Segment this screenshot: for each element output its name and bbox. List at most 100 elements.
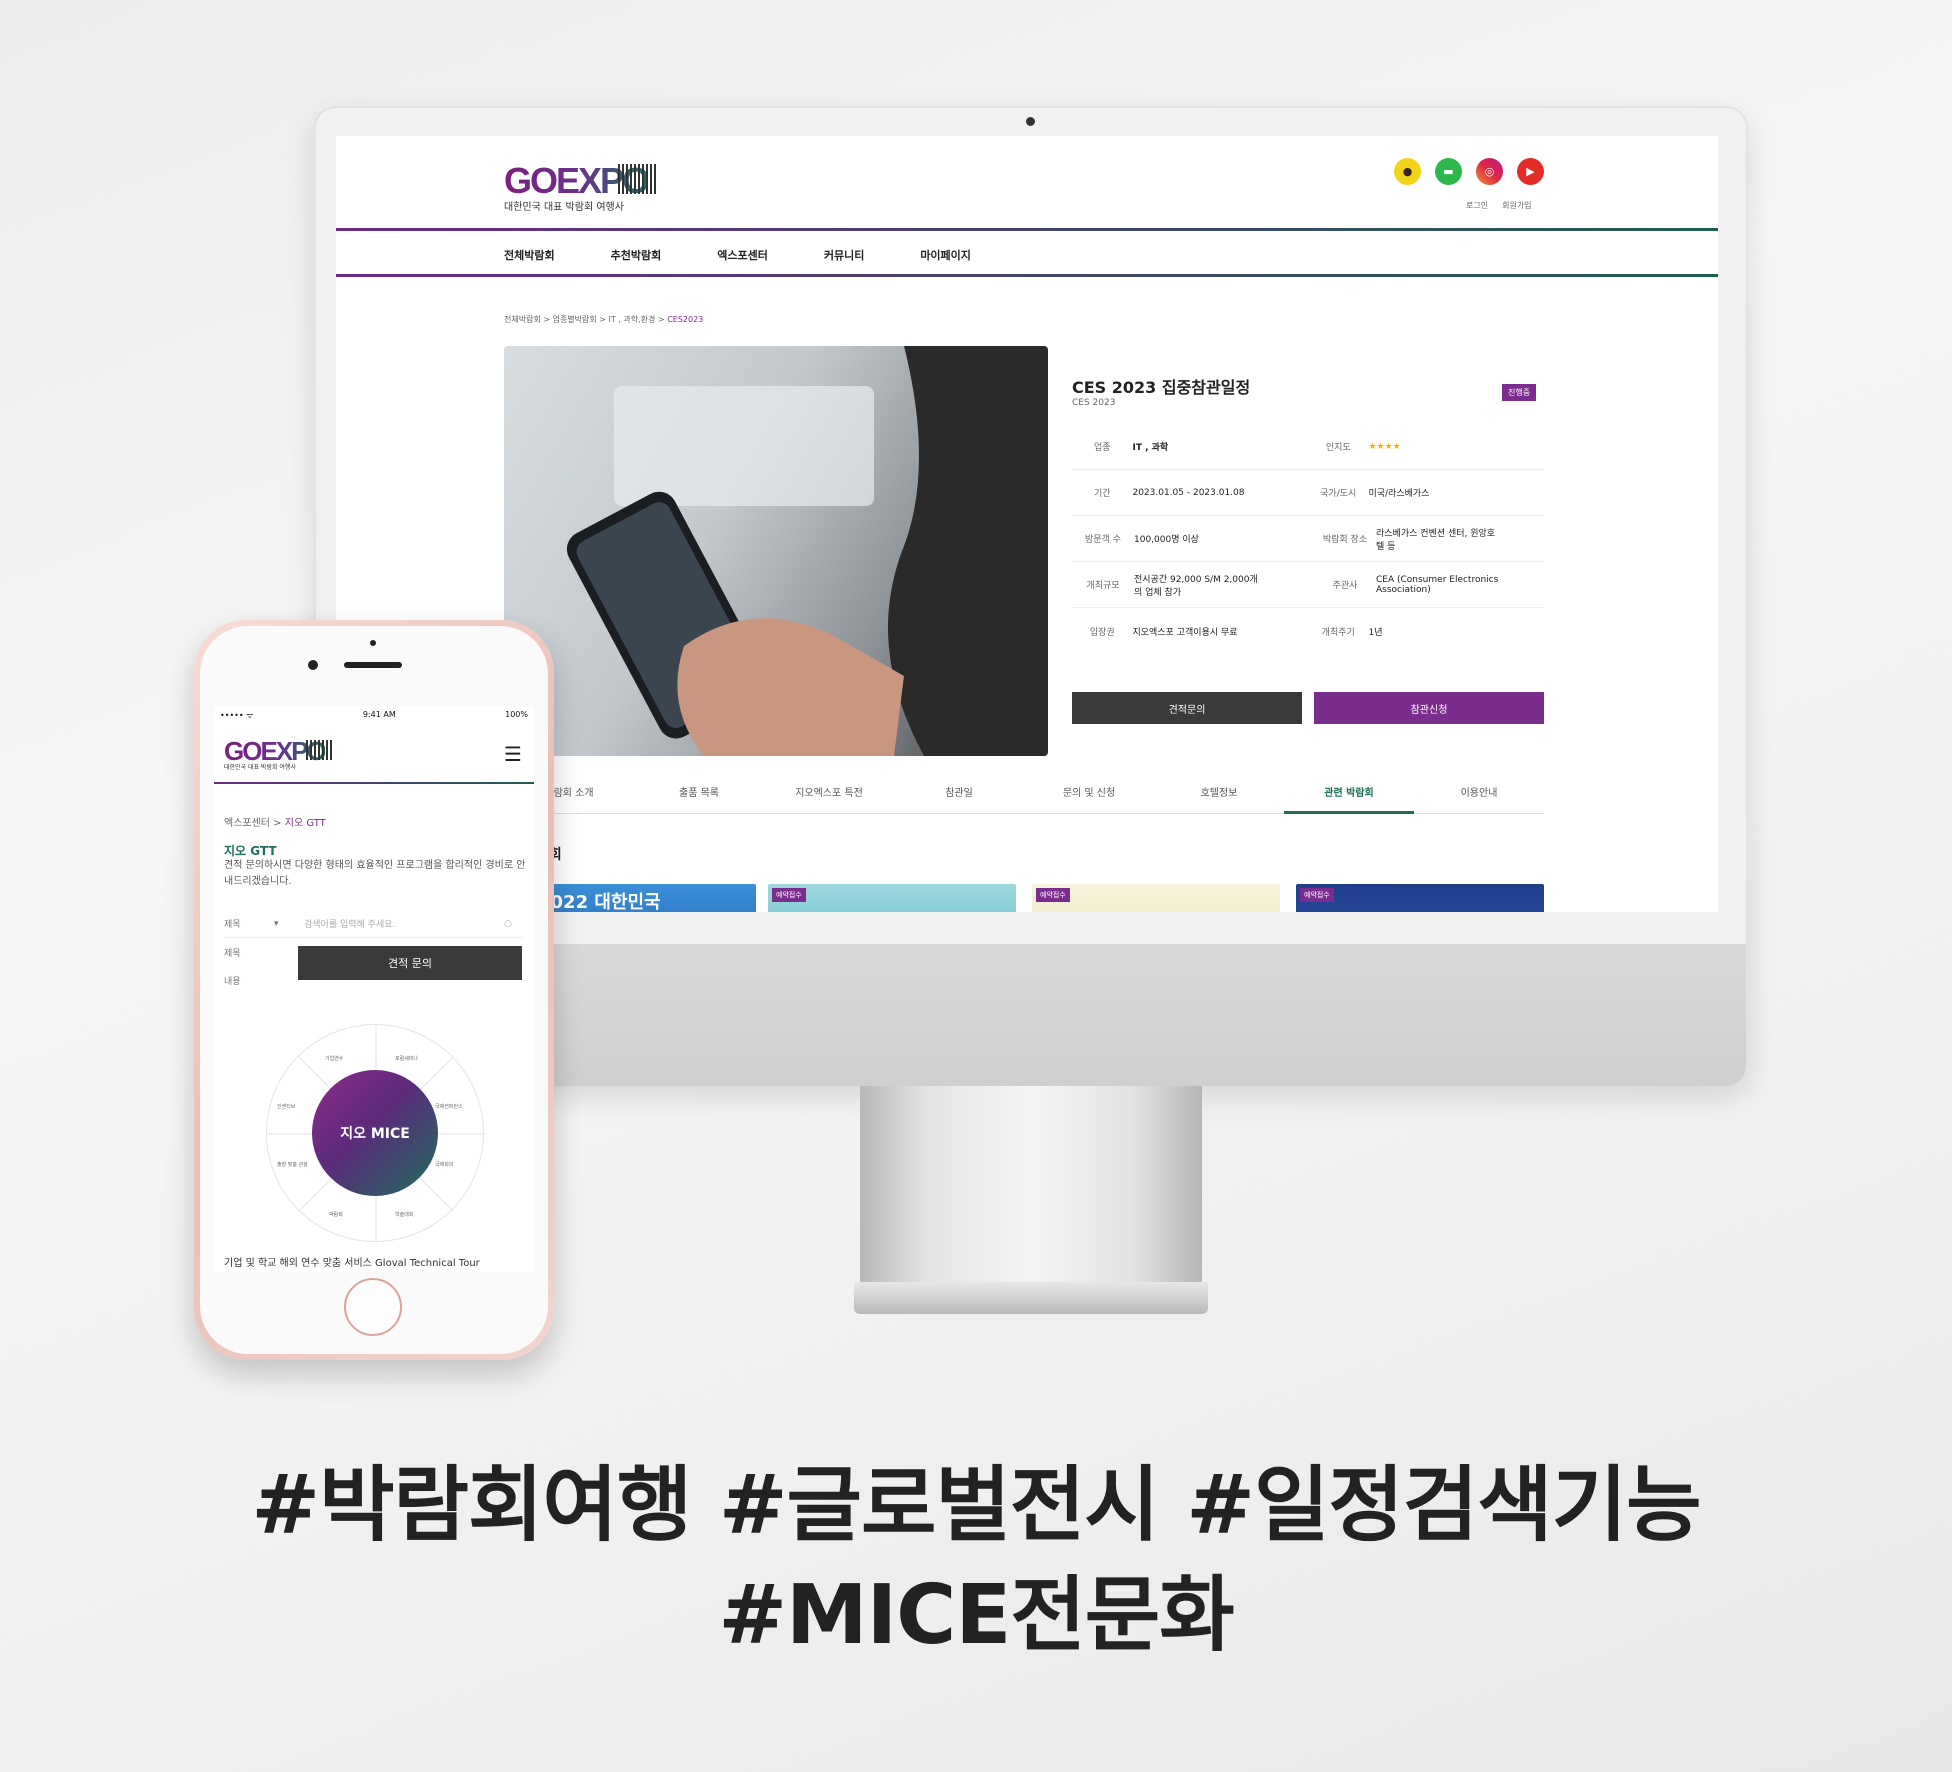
chevron-down-icon[interactable]: ▾ [274,919,304,929]
battery-indicator: 100% [505,710,528,719]
mobile-page-title: 지오 GTT [224,844,277,858]
info-value: 라스베가스 컨벤션 센터, 윈앙호텔 등 [1376,528,1496,552]
status-badge: 진행중 [1502,384,1537,401]
tab-inquiry[interactable]: 문의 및 신청 [1024,784,1154,814]
info-label: 입장권 [1089,627,1115,638]
wheel-label[interactable]: 학술대회 [395,1211,413,1218]
nav-item-community[interactable]: 커뮤니티 [824,247,864,263]
signup-link[interactable]: 회원가입 [1502,200,1531,211]
nav-divider [336,228,1718,231]
breadcrumb-current: CES2023 [667,315,704,324]
expo-info-table: 업종 IT , 과학 인지도 ★★★★ 기간 2023.01.05 - 2023… [1072,424,1544,654]
info-label: 방문객 수 [1085,535,1121,545]
main-nav: 전체박람회 추천박람회 엑스포센터 커뮤니티 마이페이지 [504,232,971,278]
info-value: 100,000명 이상 [1134,535,1199,545]
phone-hand-photo [566,346,1048,756]
info-label: 박람회 장소 [1322,535,1368,545]
logo-tagline: 대한민국 대표 박람회 여행사 [504,202,624,213]
info-label: 개최규모 [1086,581,1120,591]
social-icons: ● ▬ ◎ ▶ [1394,158,1544,185]
wheel-label[interactable]: 기업연수 [325,1055,343,1062]
hero-image [504,346,1048,756]
wheel-center[interactable]: 지오 MICE [312,1070,438,1196]
info-row: 업종 IT , 과학 인지도 ★★★★ [1072,424,1544,470]
info-label: 국가/도시 [1320,489,1357,499]
search-input[interactable]: 검색어를 입력해 주세요. [304,917,504,930]
breadcrumb-path[interactable]: 전체박람회 > 업종별박람회 > IT , 과학,환경 > [504,315,667,324]
info-value: 미국/라스베가스 [1368,489,1430,499]
wheel-label[interactable]: 국제컨퍼런스 [435,1103,463,1110]
phone-home-button[interactable] [344,1278,402,1336]
phone-sensor [370,640,376,646]
info-label: 주관사 [1332,581,1358,591]
form-label: 제목 [224,948,241,959]
instagram-icon[interactable]: ◎ [1476,158,1503,185]
nav-divider [336,274,1718,277]
info-row: 방문객 수 100,000명 이상 박람회 장소 라스베가스 컨벤션 센터, 윈… [1072,516,1544,562]
mobile-header-divider [214,782,534,784]
info-value: 1년 [1368,627,1383,638]
naver-talk-icon[interactable]: ▬ [1435,158,1462,185]
wheel-label[interactable]: 인센티브 [277,1103,295,1110]
kakaotalk-icon[interactable]: ● [1394,158,1421,185]
tab-hotel[interactable]: 호텔정보 [1154,784,1284,814]
apply-button[interactable]: 참관신청 [1314,692,1544,724]
wheel-label[interactable]: 박람회 [329,1211,343,1218]
phone-speaker [344,662,402,668]
monitor-foot [854,1282,1208,1314]
info-row: 개최규모 전시공간 92,000 S/M 2,000개의 업체 참가 주관사 C… [1072,562,1544,608]
info-value: 2023.01.05 - 2023.01.08 [1132,487,1245,498]
form-row: 제목 ▾ 검색어를 입력해 주세요. ○ [224,910,524,938]
card-title: 2022 대한민국 [538,892,661,912]
logo-barcode [306,740,332,760]
nav-item-mypage[interactable]: 마이페이지 [920,247,971,263]
info-row: 입장권 지오엑스포 고객이용시 무료 개최주기 1년 [1072,608,1544,654]
mobile-quote-button[interactable]: 견적 문의 [298,946,522,980]
form-label: 내용 [224,976,241,987]
signal-indicator: ••••• ᯤ [220,711,254,720]
youtube-icon[interactable]: ▶ [1517,158,1544,185]
breadcrumb-current: 지오 GTT [284,818,326,829]
card-badge: 예약접수 [1300,888,1334,902]
status-time: 9:41 AM [362,710,396,719]
form-label: 제목 [224,920,241,930]
breadcrumb: 전체박람회 > 업종별박람회 > IT , 과학,환경 > CES2023 [504,314,703,325]
hamburger-menu-icon[interactable]: ☰ [504,742,522,766]
mobile-breadcrumb: 엑스포센터 > 지오 GTT [224,814,326,829]
hashtag-line-1: #박람회여행 #글로벌전시 #일정검색기능 [251,1458,1701,1553]
nav-item-all-expos[interactable]: 전체박람회 [504,247,555,263]
search-icon[interactable]: ○ [504,919,524,929]
detail-tabs: 박람회 소개 출품 목록 지오엑스포 특전 참관일 문의 및 신청 호텔정보 관… [504,784,1544,814]
wheel-label[interactable]: 국제회의 [435,1161,453,1168]
breadcrumb-path[interactable]: 엑스포센터 > [224,818,285,829]
card-badge: 예약접수 [772,888,806,902]
phone-front-camera [308,660,318,670]
tab-benefits[interactable]: 지오엑스포 특전 [764,784,894,814]
wheel-label[interactable]: 출장 맞춤 관광 [277,1161,308,1168]
mobile-status-bar: ••••• ᯤ 9:41 AM 100% [214,710,534,724]
related-card[interactable]: 예약접수 [1032,884,1280,912]
tab-guide[interactable]: 이용안내 [1414,784,1544,814]
info-label: 개최주기 [1321,627,1355,638]
tab-exhibits[interactable]: 출품 목록 [634,784,764,814]
info-value: 전시공간 92,000 S/M 2,000개의 업체 참가 [1134,574,1258,598]
info-label: 인지도 [1325,443,1351,453]
expo-title: CES 2023 집중참관일정 [1072,378,1251,397]
tab-related-expos[interactable]: 관련 박람회 [1284,784,1414,814]
related-card[interactable]: 예약접수 [768,884,1016,912]
info-value: IT , 과학 [1132,443,1169,453]
wheel-label[interactable]: 포럼세미나 [395,1055,418,1062]
mobile-screen: ••••• ᯤ 9:41 AM 100% GOEXPO 대한민국 대표 박람회 … [214,706,534,1272]
related-card[interactable]: 예약접수 [1296,884,1544,912]
login-link[interactable]: 로그인 [1466,200,1488,211]
expo-subtitle: CES 2023 [1072,398,1116,408]
top-links: 로그인 회원가입 [1466,200,1532,211]
info-value: 지오엑스포 고객이용시 무료 [1132,627,1238,638]
quote-button[interactable]: 견적문의 [1072,692,1302,724]
nav-item-expo-center[interactable]: 엑스포센터 [717,247,768,263]
hashtag-line-2: #MICE전문화 [718,1568,1234,1663]
tab-visit-day[interactable]: 참관일 [894,784,1024,814]
info-label: 업종 [1093,443,1111,453]
nav-item-recommended[interactable]: 추천박람회 [611,247,662,263]
info-label: 기간 [1093,489,1111,499]
